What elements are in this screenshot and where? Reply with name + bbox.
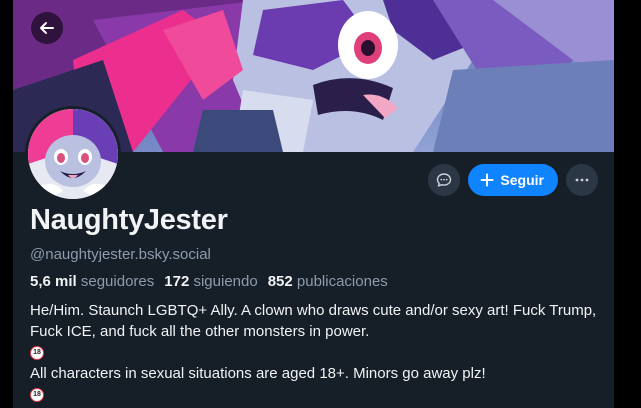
posts-stat: 852 publicaciones (268, 273, 388, 290)
follow-label: Seguir (500, 172, 544, 188)
posts-count: 852 (267, 273, 293, 290)
profile-actions: Seguir (428, 164, 598, 196)
message-button[interactable] (428, 164, 461, 196)
profile-handle: @naughtyjester.bsky.social (30, 246, 211, 263)
bio-line: He/Him. Staunch LGBTQ+ Ally. A clown who… (30, 302, 597, 340)
following-stat[interactable]: 172 siguiendo (164, 273, 257, 290)
bio-line: All characters in sexual situations are … (30, 365, 486, 383)
avatar[interactable] (25, 106, 121, 202)
ellipsis-icon (575, 178, 589, 182)
more-options-button[interactable] (566, 164, 598, 196)
following-label: siguiendo (193, 273, 258, 290)
followers-count: 5,6 mil (30, 273, 77, 290)
adults-only-icon: 18 (30, 346, 44, 361)
followers-label: seguidores (80, 273, 155, 290)
plus-icon (480, 173, 494, 187)
profile-panel: Seguir NaughtyJester @naughtyjester.bsky… (13, 0, 614, 408)
profile-bio: He/Him. Staunch LGBTQ+ Ally. A clown who… (30, 300, 600, 405)
avatar-artwork (28, 109, 118, 199)
display-name: NaughtyJester (30, 204, 228, 236)
followers-stat[interactable]: 5,6 mil seguidores (30, 273, 154, 290)
arrow-left-icon (40, 22, 54, 34)
adults-only-icon: 18 (30, 388, 44, 403)
profile-stats: 5,6 mil seguidores 172 siguiendo 852 pub… (30, 273, 388, 290)
chat-bubble-icon (437, 173, 452, 187)
follow-button[interactable]: Seguir (468, 164, 558, 196)
posts-label: publicaciones (296, 273, 388, 290)
following-count: 172 (164, 273, 190, 290)
back-button[interactable] (31, 12, 63, 44)
